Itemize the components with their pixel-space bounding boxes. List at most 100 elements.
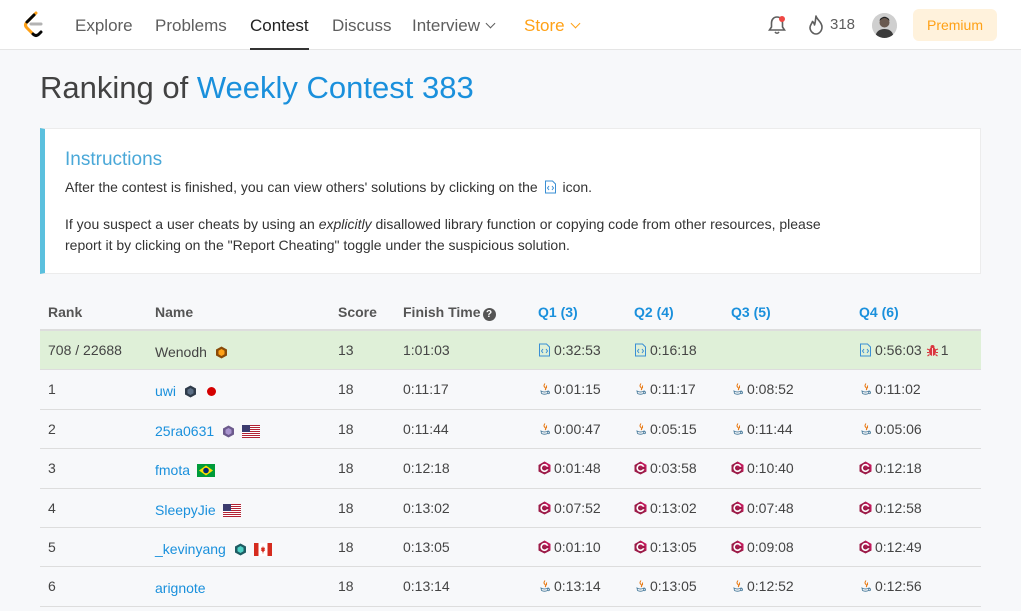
cpp-icon[interactable] [731,501,744,515]
cpp-icon[interactable] [538,461,551,475]
username-link[interactable]: fmota [155,462,190,478]
bell-icon[interactable] [766,14,788,36]
chevron-down-icon [570,18,581,29]
q1-time-cell[interactable]: 0:01:48 [538,460,601,476]
q2-time-cell[interactable]: 0:05:15 [634,421,697,437]
java-icon[interactable] [859,422,872,436]
flame-icon[interactable] [807,15,825,35]
q4-time-cell[interactable]: 0:56:03 1 [859,342,949,358]
nav-contest[interactable]: Contest [250,0,309,50]
q2-time-cell[interactable]: 0:13:02 [634,500,697,516]
header-score: Score [338,304,377,320]
cpp-icon[interactable] [859,540,872,554]
q1-time-cell[interactable]: 0:13:14 [538,578,601,594]
q4-time-cell[interactable]: 0:12:56 [859,578,922,594]
nav-interview[interactable]: Interview [412,0,496,50]
username-link[interactable]: _kevinyang [155,541,226,557]
header-q2[interactable]: Q2 (4) [634,304,674,320]
nav-discuss[interactable]: Discuss [332,0,392,50]
q2-time-cell[interactable]: 0:16:18 [634,342,697,358]
java-icon[interactable] [731,579,744,593]
java-icon[interactable] [731,422,744,436]
avatar-image [872,13,897,38]
cpp-icon[interactable] [731,540,744,554]
q4-time-cell[interactable]: 0:05:06 [859,421,922,437]
cpp-icon[interactable] [634,461,647,475]
user-cell[interactable]: Wenodh [155,344,228,360]
user-cell[interactable]: SleepyJie [155,502,241,518]
nav-explore[interactable]: Explore [75,0,133,50]
username-link[interactable]: Wenodh [155,344,207,360]
q1-time-cell[interactable]: 0:07:52 [538,500,601,516]
q1-time: 0:13:14 [554,578,601,595]
cpp-icon[interactable] [859,501,872,515]
canada-flag-icon [253,542,272,556]
java-icon[interactable] [634,422,647,436]
cpp-icon[interactable] [859,461,872,475]
q2-time-cell[interactable]: 0:03:58 [634,460,697,476]
q3-time-cell[interactable]: 0:12:52 [731,578,794,594]
nav-store[interactable]: Store [524,0,581,50]
q2-time-cell[interactable]: 0:13:05 [634,578,697,594]
q1-time-cell[interactable]: 0:01:10 [538,539,601,555]
q4-time-cell[interactable]: 0:11:02 [859,381,921,397]
header-q4[interactable]: Q4 (6) [859,304,899,320]
q4-time-cell[interactable]: 0:12:18 [859,460,922,476]
view-code-icon[interactable] [634,343,647,357]
user-cell[interactable]: uwi [155,383,217,399]
premium-button[interactable]: Premium [913,9,997,41]
java-icon[interactable] [634,579,647,593]
cpp-icon[interactable] [538,540,551,554]
java-icon[interactable] [859,382,872,396]
q3-time-cell[interactable]: 0:09:08 [731,539,794,555]
java-icon[interactable] [538,382,551,396]
view-code-icon[interactable] [538,343,551,357]
q1-time-cell[interactable]: 0:01:15 [538,381,601,397]
q1-time: 0:00:47 [554,420,601,437]
header-q1[interactable]: Q1 (3) [538,304,578,320]
java-icon[interactable] [859,579,872,593]
username-link[interactable]: uwi [155,383,176,399]
score-cell: 18 [338,578,354,595]
java-icon[interactable] [731,382,744,396]
brazil-flag-icon [197,464,216,478]
q1-time-cell[interactable]: 0:32:53 [538,342,601,358]
user-cell[interactable]: _kevinyang [155,541,272,557]
streak-count[interactable]: 318 [830,16,855,33]
cpp-icon[interactable] [634,501,647,515]
q3-time-cell[interactable]: 0:08:52 [731,381,794,397]
username-link[interactable]: SleepyJie [155,502,216,518]
cpp-icon[interactable] [538,501,551,515]
instructions-p2-emphasis: explicitly [318,216,372,232]
view-code-icon[interactable] [859,343,872,357]
avatar[interactable] [872,13,897,38]
question-circle-icon[interactable]: ? [482,308,496,321]
finish-time-cell: 0:13:14 [403,578,450,595]
header-q3[interactable]: Q3 (5) [731,304,771,320]
cpp-icon[interactable] [731,461,744,475]
java-icon[interactable] [634,382,647,396]
nav-problems[interactable]: Problems [155,0,227,50]
logo-icon[interactable] [22,11,46,39]
q3-time-cell[interactable]: 0:07:48 [731,500,794,516]
java-icon[interactable] [538,579,551,593]
username-link[interactable]: 25ra0631 [155,423,214,439]
q1-time-cell[interactable]: 0:00:47 [538,421,601,437]
username-link[interactable]: arignote [155,580,206,596]
cpp-icon[interactable] [634,540,647,554]
contest-link[interactable]: Weekly Contest 383 [197,70,474,105]
user-cell[interactable]: fmota [155,462,216,478]
q4-time-cell[interactable]: 0:12:58 [859,500,922,516]
user-cell[interactable]: arignote [155,580,206,596]
q2-time-cell[interactable]: 0:11:17 [634,381,696,397]
q3-time-cell[interactable]: 0:10:40 [731,460,794,476]
q3-time: 0:08:52 [747,381,794,398]
q3-time-cell[interactable]: 0:11:44 [731,421,793,437]
q4-time-cell[interactable]: 0:12:49 [859,539,922,555]
q3-time: 0:07:48 [747,499,794,516]
q2-time-cell[interactable]: 0:13:05 [634,539,697,555]
user-cell[interactable]: 25ra0631 [155,423,261,439]
java-icon[interactable] [538,422,551,436]
chevron-down-icon [485,18,496,29]
japan-flag-icon [207,387,217,397]
